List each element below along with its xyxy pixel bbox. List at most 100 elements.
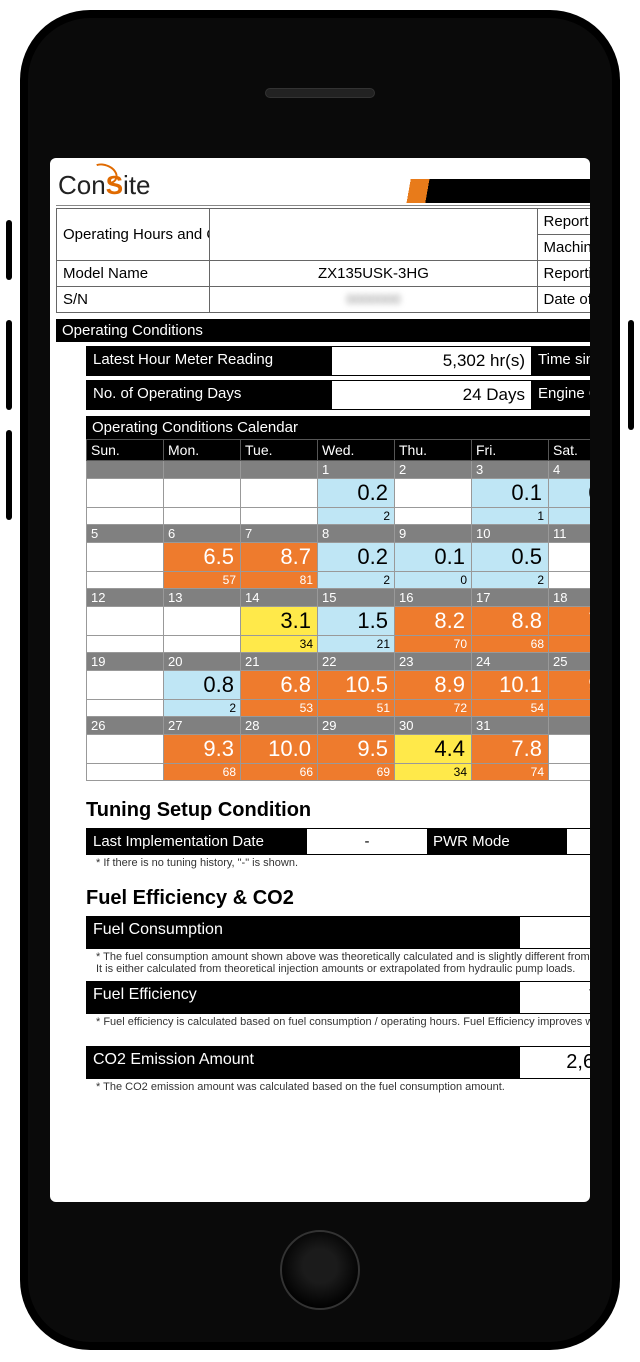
calendar-day-number bbox=[87, 461, 164, 479]
calendar-day-subvalue bbox=[87, 636, 164, 653]
calendar-day-number: 11 bbox=[549, 525, 591, 543]
calendar-day-subvalue bbox=[87, 700, 164, 717]
calendar-day-value: 9.2 bbox=[549, 671, 591, 700]
calendar-day-subvalue: 81 bbox=[241, 572, 318, 589]
calendar-day-value bbox=[87, 607, 164, 636]
value-sn: 0000000 bbox=[346, 291, 401, 307]
label-fuel-efficiency: Fuel Efficiency bbox=[86, 981, 520, 1014]
calendar-day-subvalue bbox=[87, 572, 164, 589]
label-hour-meter: Latest Hour Meter Reading bbox=[86, 346, 332, 376]
label-date-issue: Date of Iss bbox=[537, 287, 590, 313]
value-fuel-efficiency: 7.7 l/h bbox=[520, 981, 590, 1014]
label-co2: CO2 Emission Amount bbox=[86, 1046, 520, 1079]
label-model-name: Model Name bbox=[57, 261, 210, 287]
phone-speaker bbox=[265, 88, 375, 98]
calendar-day-number: 17 bbox=[472, 589, 549, 607]
calendar-day-value: 8.9 bbox=[395, 671, 472, 700]
report-header-table: Operating Hours and Conditions Report No… bbox=[56, 208, 590, 313]
calendar-day-value: 4.4 bbox=[395, 735, 472, 764]
tuning-row: Last Implementation Date - PWR Mode bbox=[86, 828, 590, 855]
calendar-day-value: 0.3 bbox=[549, 479, 591, 508]
calendar-day-header: Thu. bbox=[395, 440, 472, 461]
calendar-day-number: 4 bbox=[549, 461, 591, 479]
calendar-table: Sun.Mon.Tue.Wed.Thu.Fri.Sat. 12340.20.10… bbox=[86, 439, 590, 781]
value-op-days: 24 Days bbox=[332, 380, 532, 410]
section-operating-conditions: Operating Conditions bbox=[56, 319, 590, 342]
foot-fuel-efficiency: * Fuel efficiency is calculated based on… bbox=[96, 1016, 590, 1028]
section-tuning: Tuning Setup Condition bbox=[86, 799, 590, 822]
calendar-day-number: 13 bbox=[164, 589, 241, 607]
calendar-day-number: 31 bbox=[472, 717, 549, 735]
calendar-day-subvalue: 54 bbox=[472, 700, 549, 717]
calendar-day-value: 6.5 bbox=[164, 543, 241, 572]
calendar-day-number bbox=[164, 461, 241, 479]
label-sn: S/N bbox=[57, 287, 210, 313]
calendar-day-value bbox=[549, 735, 591, 764]
calendar-day-subvalue: 72 bbox=[395, 700, 472, 717]
calendar-day-subvalue bbox=[87, 764, 164, 781]
foot-co2: * The CO2 emission amount was calculated… bbox=[96, 1081, 590, 1093]
row-hour-meter: Latest Hour Meter Reading 5,302 hr(s) Ti… bbox=[86, 346, 590, 376]
calendar-day-value: 0.5 bbox=[472, 543, 549, 572]
calendar-day-value: 8.8 bbox=[472, 607, 549, 636]
calendar-day-subvalue bbox=[241, 508, 318, 525]
calendar-day-value: 9.5 bbox=[318, 735, 395, 764]
calendar-day-number: 28 bbox=[241, 717, 318, 735]
calendar-day-subvalue bbox=[164, 636, 241, 653]
calendar-day-header: Sat. bbox=[549, 440, 591, 461]
calendar-day-subvalue: 34 bbox=[395, 764, 472, 781]
value-pwr-mode bbox=[567, 829, 590, 854]
calendar-day-number: 7 bbox=[241, 525, 318, 543]
calendar-day-number: 25 bbox=[549, 653, 591, 671]
calendar-day-header: Mon. bbox=[164, 440, 241, 461]
calendar-day-header: Wed. bbox=[318, 440, 395, 461]
calendar-day-value: 1.5 bbox=[318, 607, 395, 636]
value-fuel-consumption: 1,028 bbox=[520, 916, 590, 949]
label-op-days: No. of Operating Days bbox=[86, 380, 332, 410]
calendar-day-value bbox=[87, 735, 164, 764]
home-button[interactable] bbox=[280, 1230, 360, 1310]
calendar-day-number: 3 bbox=[472, 461, 549, 479]
calendar-day-value bbox=[87, 543, 164, 572]
value-hour-meter: 5,302 hr(s) bbox=[332, 346, 532, 376]
calendar-day-subvalue: 51 bbox=[318, 700, 395, 717]
calendar-day-number: 9 bbox=[395, 525, 472, 543]
calendar-day-value: 10.5 bbox=[318, 671, 395, 700]
calendar-day-number: 24 bbox=[472, 653, 549, 671]
calendar-day-number: 23 bbox=[395, 653, 472, 671]
header-accent bbox=[186, 179, 590, 203]
calendar-day-number: 14 bbox=[241, 589, 318, 607]
calendar-day-value: 8.2 bbox=[395, 607, 472, 636]
calendar-day-subvalue bbox=[549, 764, 591, 781]
calendar-day-subvalue: 68 bbox=[472, 636, 549, 653]
calendar-day-subvalue: 2 bbox=[318, 508, 395, 525]
calendar-day-subvalue: 1 bbox=[472, 508, 549, 525]
calendar-day-number: 2 bbox=[395, 461, 472, 479]
calendar-day-number: 26 bbox=[87, 717, 164, 735]
calendar-day-value bbox=[87, 479, 164, 508]
value-last-impl: - bbox=[307, 829, 427, 854]
calendar-day-number: 10 bbox=[472, 525, 549, 543]
foot-fuel-consumption: * The fuel consumption amount shown abov… bbox=[96, 951, 590, 975]
calendar-day-subvalue: 2 bbox=[318, 572, 395, 589]
calendar-day-number: 15 bbox=[318, 589, 395, 607]
calendar-day-subvalue: 66 bbox=[241, 764, 318, 781]
calendar-day-number: 18 bbox=[549, 589, 591, 607]
calendar-day-number: 30 bbox=[395, 717, 472, 735]
calendar-day-header: Tue. bbox=[241, 440, 318, 461]
tuning-footnote: * If there is no tuning history, "-" is … bbox=[96, 857, 590, 869]
brand-logo: ConSite bbox=[56, 168, 186, 205]
calendar-day-value bbox=[241, 479, 318, 508]
calendar-day-value: 9.3 bbox=[164, 735, 241, 764]
calendar-day-subvalue bbox=[87, 508, 164, 525]
label-machine-id: Machine ID bbox=[537, 235, 590, 261]
label-time-since: Time since bbox=[532, 346, 590, 376]
calendar-day-number bbox=[241, 461, 318, 479]
value-co2: 2,652 kg bbox=[520, 1046, 590, 1079]
row-fuel-efficiency: Fuel Efficiency 7.7 l/h bbox=[86, 981, 590, 1014]
calendar-day-value: 6.8 bbox=[241, 671, 318, 700]
label-pwr-mode: PWR Mode bbox=[427, 829, 567, 854]
label-fuel-consumption: Fuel Consumption bbox=[86, 916, 520, 949]
row-operating-days: No. of Operating Days 24 Days Engine Op bbox=[86, 380, 590, 410]
calendar-day-subvalue bbox=[164, 508, 241, 525]
